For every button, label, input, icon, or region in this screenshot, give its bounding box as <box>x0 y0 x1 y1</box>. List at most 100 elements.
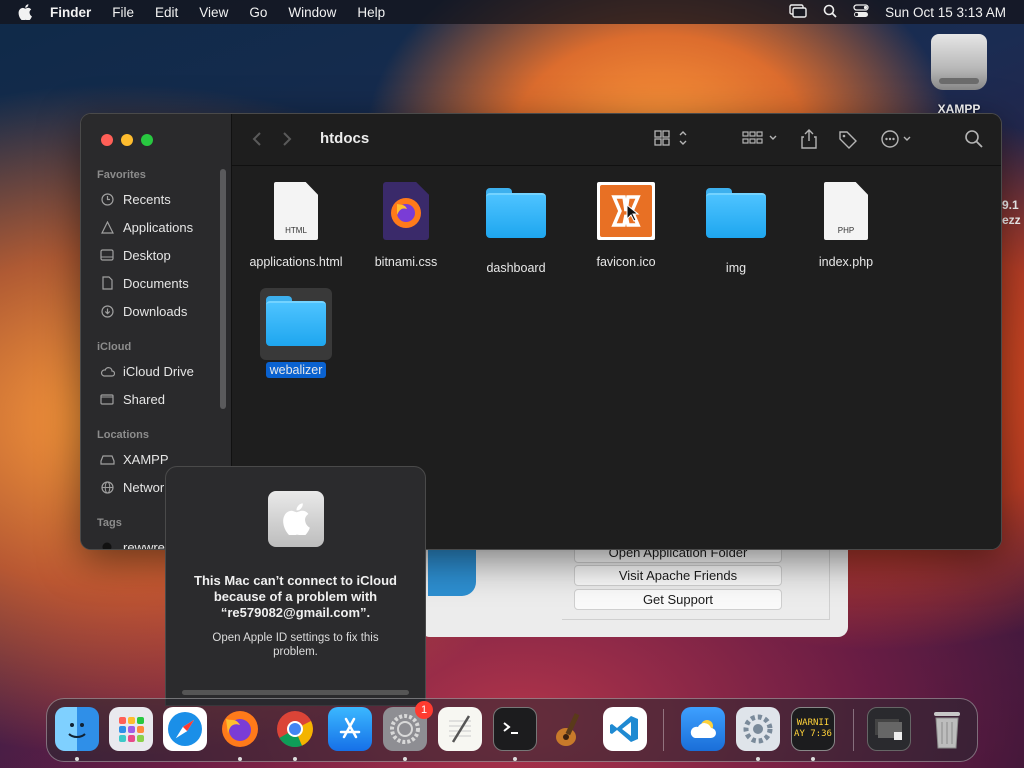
php-document-icon: PHP <box>816 182 876 246</box>
weather-icon[interactable] <box>681 707 725 751</box>
sidebar-item-shared[interactable]: Shared <box>99 389 165 409</box>
file-name: favicon.ico <box>596 255 656 269</box>
search-icon[interactable] <box>964 129 984 154</box>
finder-toolbar: htdocs <box>232 114 1001 166</box>
file-ext-label: PHP <box>837 226 855 235</box>
file-item-selected[interactable]: webalizer <box>241 288 351 378</box>
menu-help[interactable]: Help <box>357 5 385 20</box>
sidebar-item-tag[interactable]: rewwre <box>99 537 165 549</box>
selected-file-name: webalizer <box>265 362 327 378</box>
running-indicator <box>513 757 517 761</box>
app-store-icon[interactable] <box>328 707 372 751</box>
file-item[interactable]: dashboard <box>461 182 571 275</box>
file-name: index.php <box>818 255 874 269</box>
share-icon[interactable] <box>800 129 818 154</box>
menu-bar-clock[interactable]: Sun Oct 15 3:13 AM <box>885 5 1006 20</box>
file-item[interactable]: PHP index.php <box>791 182 901 269</box>
sidebar-item-network[interactable]: Network <box>99 477 171 497</box>
sidebar-item-label: Applications <box>123 219 194 235</box>
xampp-manager-icon[interactable] <box>736 707 780 751</box>
file-ext-label: HTML <box>285 226 307 235</box>
running-indicator <box>403 757 407 761</box>
mouse-cursor-icon <box>626 204 640 222</box>
edge-text-2: ezz <box>1002 213 1021 227</box>
minimize-window-button[interactable] <box>121 134 133 146</box>
safari-icon[interactable] <box>163 707 207 751</box>
get-support-button[interactable]: Get Support <box>574 589 782 610</box>
desktop-xampp-disk[interactable]: XAMPP <box>926 34 992 116</box>
running-indicator <box>811 757 815 761</box>
tag-icon[interactable] <box>838 129 858 154</box>
menu-edit[interactable]: Edit <box>155 5 178 20</box>
menu-file[interactable]: File <box>112 5 134 20</box>
sidebar-item-xampp[interactable]: XAMPP <box>99 449 169 469</box>
sidebar-item-label: iCloud Drive <box>123 363 194 379</box>
visit-apache-friends-button[interactable]: Visit Apache Friends <box>574 565 782 586</box>
sidebar-item-recents[interactable]: Recents <box>99 189 171 209</box>
sidebar-item-documents[interactable]: Documents <box>99 273 189 293</box>
cloud-icon <box>99 363 115 379</box>
back-chevron-icon[interactable] <box>252 130 262 153</box>
menu-bar: Finder File Edit View Go Window Help Sun… <box>0 0 1024 24</box>
forward-chevron-icon[interactable] <box>282 130 292 153</box>
vscode-icon[interactable] <box>603 707 647 751</box>
file-item[interactable]: HTML applications.html <box>241 182 351 269</box>
running-indicator <box>75 757 79 761</box>
folder-icon <box>486 188 546 252</box>
apple-menu-icon[interactable] <box>18 4 36 20</box>
textedit-icon[interactable] <box>438 707 482 751</box>
terminal-icon[interactable] <box>493 707 537 751</box>
html-document-icon: HTML <box>266 182 326 246</box>
file-item[interactable]: img <box>681 182 791 275</box>
running-indicator <box>238 757 242 761</box>
firefox-icon[interactable] <box>218 707 262 751</box>
group-by-icon[interactable] <box>742 129 780 152</box>
file-item[interactable]: bitnami.css <box>351 182 461 269</box>
xampp-logo-icon <box>428 546 476 596</box>
sidebar-item-downloads[interactable]: Downloads <box>99 301 187 321</box>
icon-view-toggle-icon[interactable] <box>654 129 690 152</box>
sidebar-scrollbar[interactable] <box>220 169 226 409</box>
console-icon[interactable]: WARNII AY 7:36 <box>791 707 835 751</box>
menu-window[interactable]: Window <box>288 5 336 20</box>
sidebar-item-desktop[interactable]: Desktop <box>99 245 171 265</box>
applications-icon <box>99 219 115 235</box>
downloads-stack-icon[interactable] <box>867 707 911 751</box>
file-name: applications.html <box>249 255 343 269</box>
dock-separator <box>663 709 664 751</box>
alert-button[interactable] <box>182 690 409 695</box>
menu-view[interactable]: View <box>199 5 228 20</box>
menu-go[interactable]: Go <box>249 5 267 20</box>
trash-icon[interactable] <box>925 707 969 751</box>
file-item[interactable]: favicon.ico <box>571 182 681 269</box>
clock-icon <box>99 191 115 207</box>
spotlight-search-icon[interactable] <box>823 4 837 21</box>
screen-mirroring-icon[interactable] <box>789 3 807 21</box>
system-settings-icon[interactable]: 1 <box>383 701 433 751</box>
close-window-button[interactable] <box>101 134 113 146</box>
sidebar-item-icloud-drive[interactable]: iCloud Drive <box>99 361 194 381</box>
disk-icon <box>99 451 115 467</box>
edge-text-1: 9.1 <box>1002 198 1019 212</box>
chrome-icon[interactable] <box>273 707 317 751</box>
more-actions-icon[interactable] <box>880 129 916 154</box>
desktop-edge-text: 9.1 ezz <box>1002 198 1021 228</box>
xampp-manager-window: Open Application Folder Visit Apache Fri… <box>420 540 848 637</box>
garageband-icon[interactable] <box>548 707 592 751</box>
dock-separator <box>853 709 854 751</box>
launchpad-icon[interactable] <box>109 707 153 751</box>
alert-title: This Mac can’t connect to iCloud because… <box>194 573 397 620</box>
file-name: webalizer <box>241 362 351 378</box>
sidebar-item-applications[interactable]: Applications <box>99 217 193 237</box>
menu-app-name[interactable]: Finder <box>50 5 91 20</box>
external-disk-icon <box>931 34 987 90</box>
zoom-window-button[interactable] <box>141 134 153 146</box>
window-controls <box>101 134 153 146</box>
shared-folder-icon <box>99 391 115 407</box>
running-indicator <box>756 757 760 761</box>
apple-logo-icon <box>267 491 324 547</box>
icloud-alert-dialog: This Mac can’t connect to iCloud because… <box>165 466 426 706</box>
finder-app-icon[interactable] <box>55 707 99 751</box>
control-center-icon[interactable] <box>853 3 869 21</box>
alert-message: Open Apple ID settings to fix this probl… <box>212 632 379 658</box>
